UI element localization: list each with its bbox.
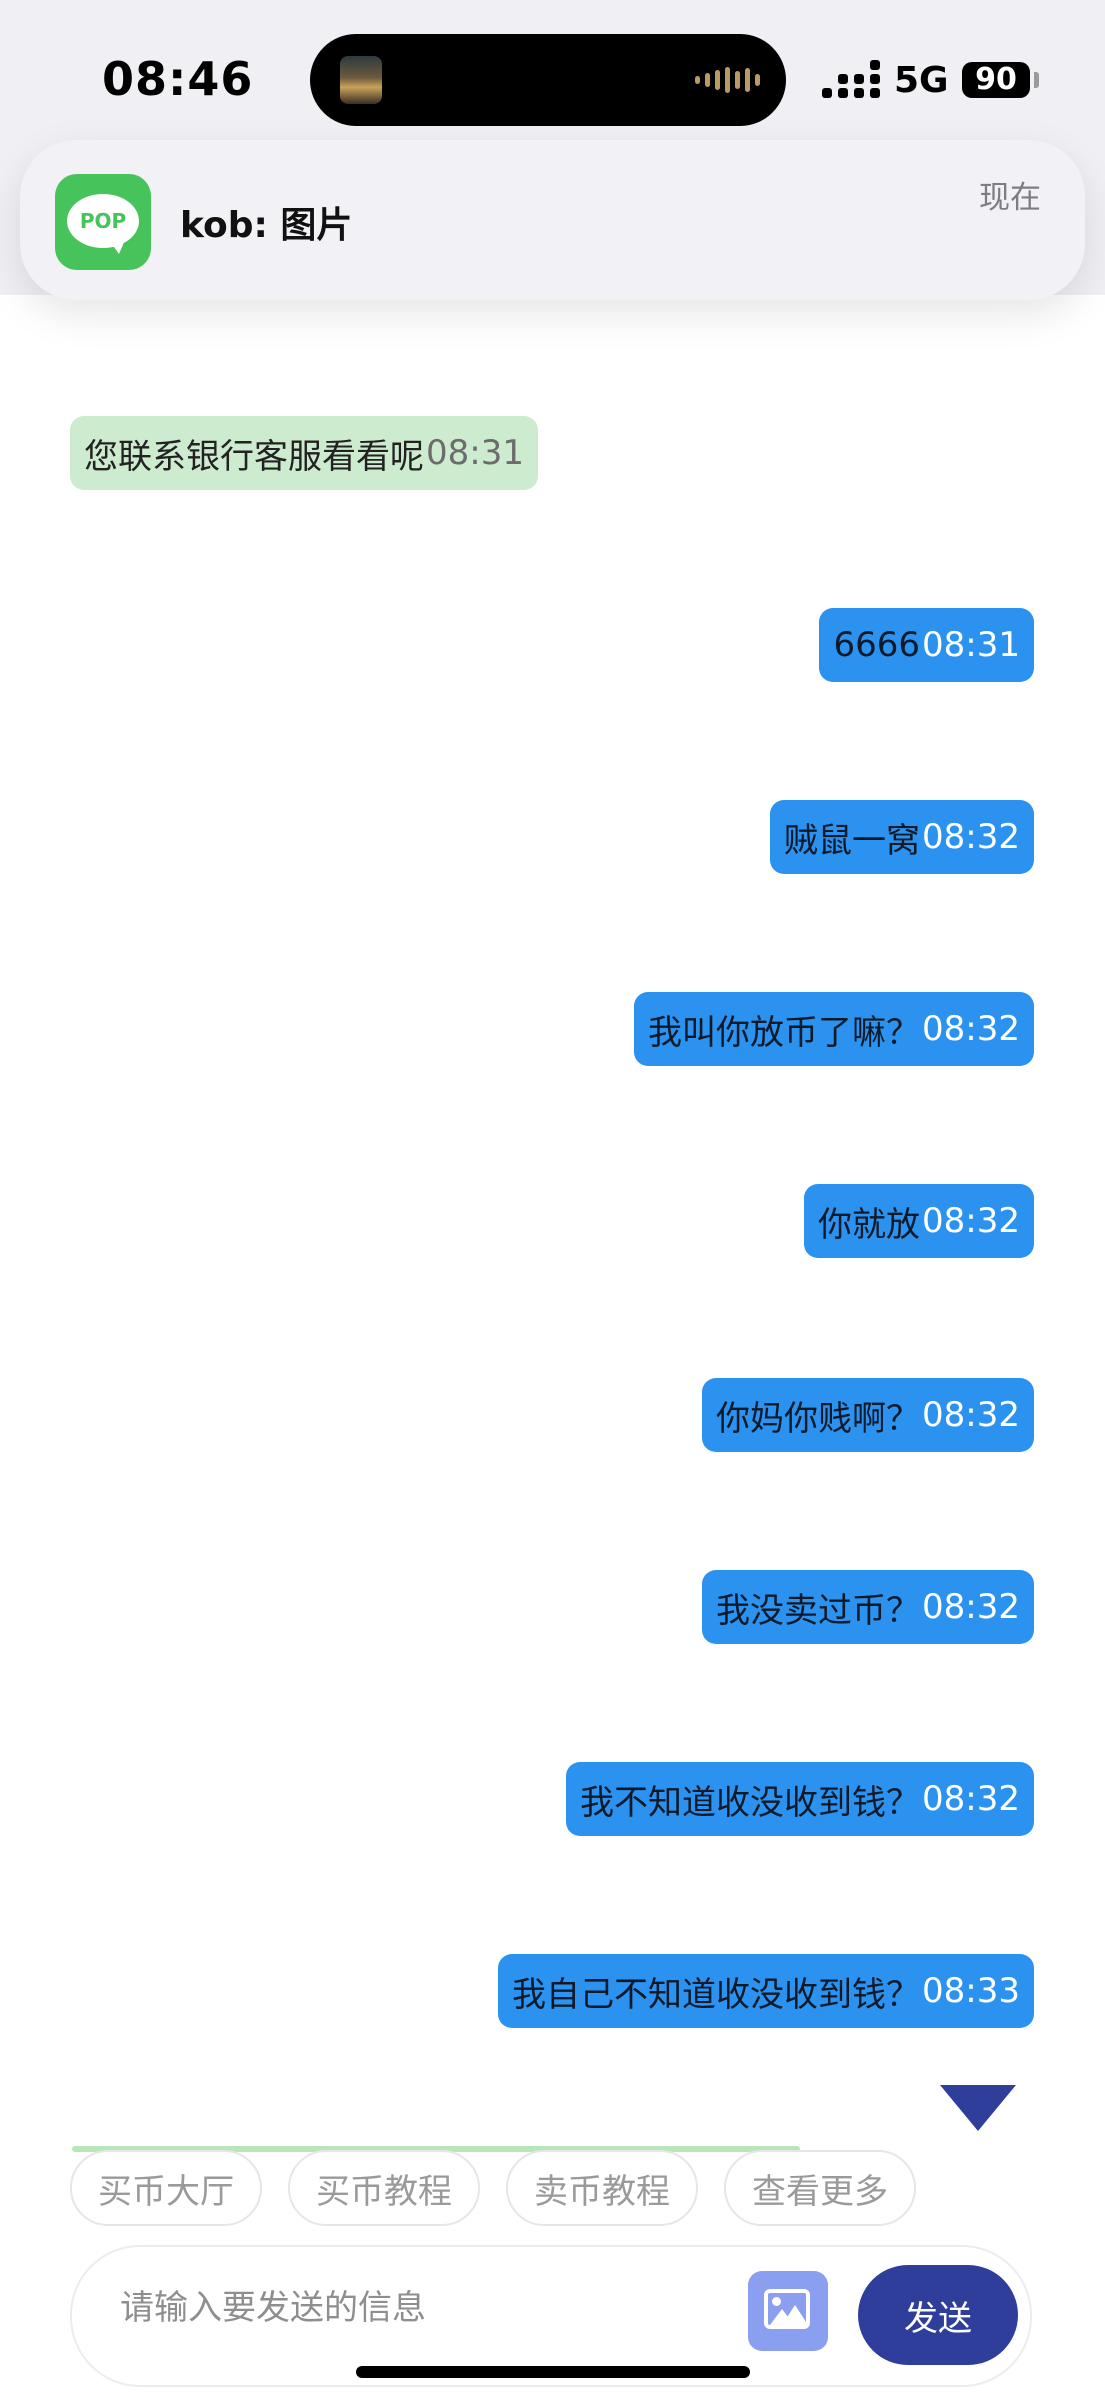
message-text: 贼鼠一窝 [784,820,921,861]
scroll-down-icon[interactable] [940,2085,1016,2131]
dynamic-island[interactable] [310,34,786,126]
message-time: 08:32 [922,1779,1020,1819]
notification-title: kob: 图片 [180,205,353,246]
message-text: 你妈你贱啊？ [716,1398,921,1439]
message-time: 08:33 [922,1971,1020,2011]
chip-view-more[interactable]: 查看更多 [724,2150,916,2226]
message-input[interactable] [118,2287,762,2329]
message-text: 6666 [833,625,921,665]
app-icon-label: POP [67,194,139,248]
home-indicator[interactable] [356,2366,750,2378]
chip-buy-tutorial[interactable]: 买币教程 [288,2150,480,2226]
now-playing-thumbnail [340,56,382,104]
message-time: 08:32 [922,1201,1020,1241]
notification-banner[interactable]: POP kob: 图片 现在 [20,140,1085,300]
message-time: 08:32 [922,1009,1020,1049]
message-bubble-outgoing[interactable]: 你就放 08:32 [804,1184,1034,1258]
message-text: 你就放 [818,1204,921,1245]
message-text: 您联系银行客服看看呢 [84,436,424,477]
status-time: 08:46 [102,52,254,106]
cellular-signal-icon [822,58,880,98]
message-text: 我自己不知道收没收到钱？ [512,1974,921,2015]
image-icon-sun [772,2297,781,2306]
message-bubble-outgoing[interactable]: 我没卖过币？ 08:32 [702,1570,1034,1644]
message-bubble-incoming[interactable]: 您联系银行客服看看呢 08:31 [70,416,538,490]
pop-app-icon: POP [55,174,151,270]
message-bubble-outgoing[interactable]: 我不知道收没收到钱？ 08:32 [566,1762,1034,1836]
network-type: 5G [894,60,949,101]
notification-time: 现在 [979,180,1041,216]
chip-sell-tutorial[interactable]: 卖币教程 [506,2150,698,2226]
audio-waveform-icon [695,66,760,94]
battery-icon: 90 [962,62,1030,98]
message-text: 我不知道收没收到钱？ [580,1782,921,1823]
message-bubble-outgoing[interactable]: 我自己不知道收没收到钱？ 08:33 [498,1954,1034,2028]
message-time: 08:32 [922,1587,1020,1627]
send-button[interactable]: 发送 [858,2265,1018,2365]
message-bubble-outgoing[interactable]: 我叫你放币了嘛？ 08:32 [634,992,1034,1066]
message-bubble-outgoing[interactable]: 6666 08:31 [819,608,1034,682]
message-time: 08:32 [922,1395,1020,1435]
message-time: 08:32 [922,817,1020,857]
chip-buy-hall[interactable]: 买币大厅 [70,2150,262,2226]
message-text: 我叫你放币了嘛？ [648,1012,921,1053]
message-time: 08:31 [922,625,1020,665]
message-text: 我没卖过币？ [716,1590,921,1631]
message-time: 08:31 [426,433,524,473]
battery-tip [1034,72,1039,88]
message-bubble-outgoing[interactable]: 你妈你贱啊？ 08:32 [702,1378,1034,1452]
quick-actions-bar: 买币大厅 买币教程 卖币教程 查看更多 [70,2150,916,2226]
message-bubble-outgoing[interactable]: 贼鼠一窝 08:32 [770,800,1034,874]
speech-bubble-tail [109,240,125,254]
image-icon-mountain [782,2305,808,2325]
image-picker-button[interactable] [748,2271,828,2351]
